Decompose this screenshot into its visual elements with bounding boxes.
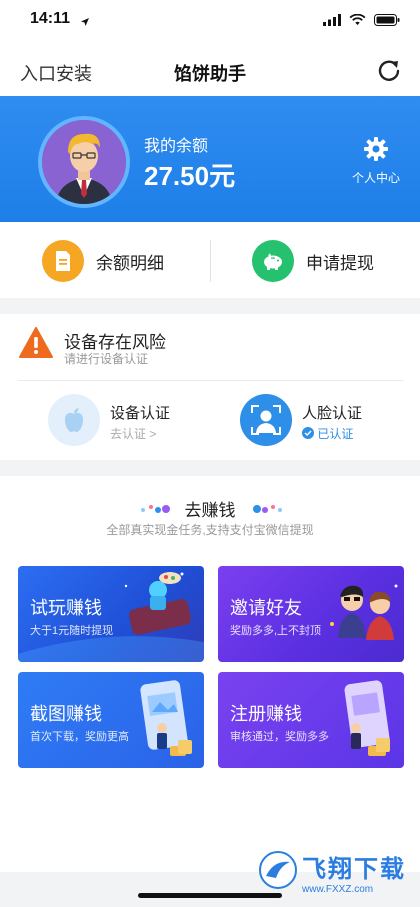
balance-detail-label: 余额明细 <box>96 253 164 273</box>
risk-card: 设备存在风险 请进行设备认证 设备认证 去认证 > 人脸认证 已认证 <box>0 314 420 460</box>
balance-amount: 27.50元 <box>144 161 236 191</box>
device-auth-status: 去认证 > <box>110 427 157 441</box>
status-bar: 14:11 <box>0 0 420 44</box>
trial-earn-title: 试玩赚钱 <box>30 598 102 618</box>
avatar[interactable] <box>38 116 130 208</box>
invite-friends-subtitle: 奖励多多,上不封顶 <box>230 625 322 637</box>
status-time: 14:11 <box>30 10 71 27</box>
profile-center-label: 个人中心 <box>351 171 400 185</box>
risk-subtitle: 请进行设备认证 <box>64 352 149 366</box>
location-arrow-icon <box>80 14 90 32</box>
trial-earn-card[interactable]: 试玩赚钱 大于1元随时提现 <box>18 566 204 662</box>
risk-header: 设备存在风险 请进行设备认证 <box>18 326 166 366</box>
register-earn-subtitle: 审核通过，奖励多多 <box>230 731 329 743</box>
install-entry-link[interactable]: 入口安装 <box>20 60 92 86</box>
balance-banner: 我的余额 27.50元 个人中心 <box>0 96 420 222</box>
face-auth-status: 已认证 <box>317 427 354 441</box>
register-earn-card[interactable]: 注册赚钱 审核通过，奖励多多 <box>218 672 404 768</box>
status-indicators <box>323 13 400 31</box>
home-indicator[interactable] <box>138 893 282 898</box>
earn-title: 去赚钱 <box>184 501 236 520</box>
face-auth-button[interactable]: 人脸认证 已认证 <box>240 394 362 446</box>
wifi-icon <box>349 13 366 31</box>
screenshot-earn-title: 截图赚钱 <box>30 704 102 724</box>
balance-label: 我的余额 <box>144 138 209 155</box>
nav-bar: 入口安装 馅饼助手 <box>0 44 420 96</box>
device-auth-title: 设备认证 <box>110 405 171 422</box>
profile-center-button[interactable]: 个人中心 <box>346 136 406 186</box>
document-icon <box>42 240 84 282</box>
watermark-url: www.FXXZ.com <box>302 884 374 895</box>
gear-icon <box>363 137 389 166</box>
invite-friends-card[interactable]: 邀请好友 奖励多多,上不封顶 <box>218 566 404 662</box>
watermark-title: 飞翔下载 <box>302 856 406 883</box>
decorative-dots-icon <box>250 502 284 514</box>
register-earn-title: 注册赚钱 <box>230 704 302 724</box>
piggy-bank-icon <box>252 240 294 282</box>
device-auth-button[interactable]: 设备认证 去认证 > <box>48 394 170 446</box>
refresh-icon[interactable] <box>374 56 404 86</box>
balance-detail-button[interactable]: 余额明细 <box>42 240 164 282</box>
divider <box>18 380 404 381</box>
trial-earn-subtitle: 大于1元随时提现 <box>30 625 114 637</box>
signal-icon <box>323 13 341 31</box>
battery-icon <box>374 13 400 31</box>
apply-withdraw-button[interactable]: 申请提现 <box>252 240 374 282</box>
apply-withdraw-label: 申请提现 <box>306 253 374 273</box>
watermark-logo-icon <box>258 850 298 895</box>
face-scan-icon <box>240 394 292 446</box>
earn-section: 去赚钱 全部真实现金任务,支持支付宝微信提现 试玩赚钱 大于1元随时提现 邀请好… <box>0 476 420 872</box>
watermark: 飞翔下载 www.FXXZ.com <box>258 850 408 895</box>
screenshot-earn-subtitle: 首次下载，奖励更高 <box>30 731 129 743</box>
check-circle-icon <box>302 427 317 441</box>
face-auth-title: 人脸认证 <box>302 405 363 422</box>
apple-icon <box>48 394 100 446</box>
quick-actions: 余额明细 申请提现 <box>0 222 420 298</box>
divider <box>210 240 211 282</box>
invite-friends-title: 邀请好友 <box>230 598 302 618</box>
face-auth-status-row: 已认证 <box>302 425 353 442</box>
earn-subtitle: 全部真实现金任务,支持支付宝微信提现 <box>106 523 314 537</box>
warning-icon <box>18 327 54 364</box>
screenshot-earn-card[interactable]: 截图赚钱 首次下载，奖励更高 <box>18 672 204 768</box>
